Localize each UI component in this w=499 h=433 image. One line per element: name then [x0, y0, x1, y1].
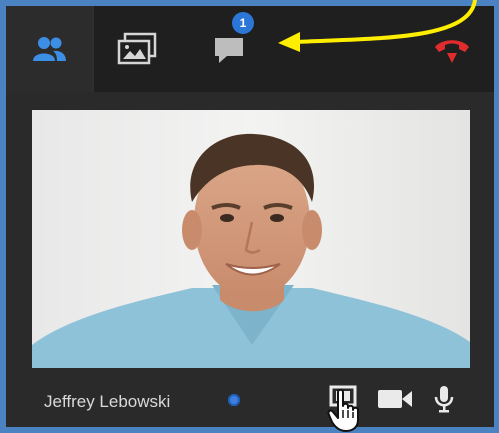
people-icon	[33, 37, 66, 61]
tab-participants[interactable]	[6, 6, 92, 92]
toolbar-divider	[92, 6, 94, 92]
annotation-arrow	[278, 0, 477, 52]
chat-bubble-icon	[215, 38, 243, 63]
participant-name: Jeffrey Lebowski	[44, 392, 171, 411]
microphone-icon	[434, 386, 454, 413]
participant-video	[32, 110, 470, 368]
online-status-indicator	[228, 394, 240, 406]
microphone-toggle-button[interactable]	[432, 384, 456, 414]
video-camera-icon	[378, 390, 412, 408]
chat-unread-badge: 1	[232, 12, 254, 34]
tab-chat[interactable]: 1	[194, 6, 264, 92]
tab-gallery[interactable]	[98, 6, 176, 92]
participant-bar: Jeffrey Lebowski	[6, 372, 494, 427]
participant-photo	[32, 110, 470, 368]
camera-toggle-button[interactable]	[374, 384, 416, 414]
hand-pointer-icon	[327, 388, 359, 432]
image-icon	[117, 32, 157, 65]
